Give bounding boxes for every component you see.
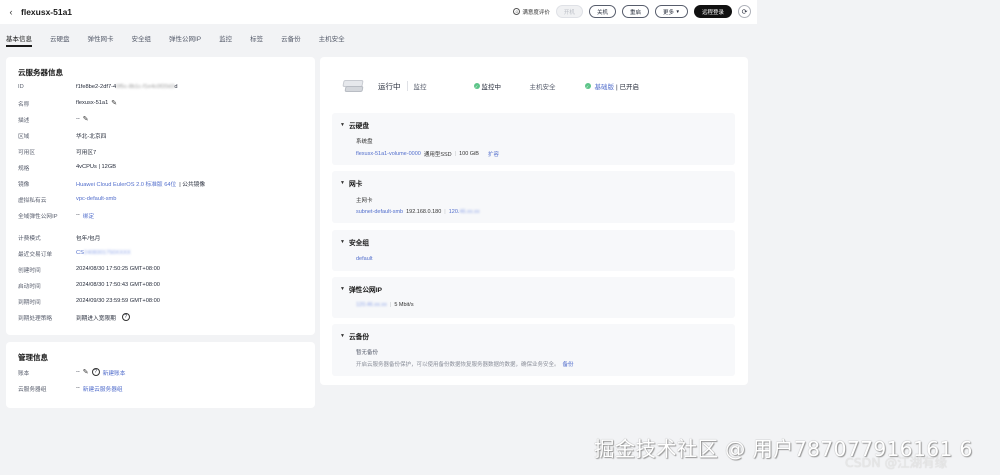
tab-tags[interactable]: 标签 <box>250 24 273 51</box>
watermark-csdn: CSDN @江湖有缘 <box>845 455 948 470</box>
tab-bar: 基本信息 云硬盘 弹性网卡 安全组 弹性公网IP 监控 标签 云备份 主机安全 <box>0 24 757 51</box>
card-security-group: ▼ 安全组 default <box>332 230 735 271</box>
row-server-group: 云服务器组 -- 新建云服务器组 <box>18 384 123 393</box>
expand-link[interactable]: 扩容 <box>488 150 499 158</box>
row-ledger: 账本 -- ✎? 新建账本 <box>18 368 126 377</box>
page-title: flexusx-51a1 <box>21 7 73 17</box>
caret-down-icon[interactable]: ▼ <box>340 122 345 128</box>
row-image: 镜像 Huawei Cloud EulerOS 2.0 标准版 64位 | 公共镜… <box>18 175 205 191</box>
help-icon[interactable]: ? <box>121 313 130 321</box>
tab-security-group[interactable]: 安全组 <box>132 24 162 51</box>
card-disk: ▼ 云硬盘 系统盘 flexusx-51a1-volume-0000 通用型SSD… <box>332 113 735 165</box>
shutdown-button[interactable]: 关机 <box>588 5 616 18</box>
tab-eip[interactable]: 弹性公网IP <box>169 24 211 51</box>
more-button[interactable]: 更多 ▼ <box>654 5 688 18</box>
restart-button[interactable]: 重启 <box>621 5 649 18</box>
help-icon[interactable]: ? <box>91 368 100 376</box>
caret-down-icon[interactable]: ▼ <box>340 239 345 245</box>
row-region: 区域 华北-北京四 <box>18 133 107 140</box>
vpc-link[interactable]: vpc-default-smb <box>76 196 116 202</box>
row-created: 创建时间 2024/08/30 17:50:25 GMT+08:00 <box>18 266 160 274</box>
row-id: ID f1fe8be2-2df7-4 0f5c-8b1c-f1e4c0f20d3 d <box>18 84 178 90</box>
new-server-group-link[interactable]: 新建云服务器组 <box>83 384 123 393</box>
row-az: 可用区 可用区7 <box>18 149 97 156</box>
hss-edition-link[interactable]: 基础版 <box>595 81 615 91</box>
survey-link[interactable]: ☺ 满意度评价 <box>513 8 550 16</box>
header-actions: ☺ 满意度评价 开机 关机 重启 更多 ▼ 远程登录 ⟳ <box>513 5 751 18</box>
edit-icon[interactable]: ✎ <box>83 368 89 376</box>
section-title-server-info: 云服务器信息 <box>18 68 63 77</box>
card-nic: ▼ 网卡 主网卡 subnet-default-smb 192.168.0.180… <box>332 171 735 223</box>
row-order: 最近交易订单 CS 2408301750XXXX <box>18 250 131 258</box>
status-row: 运行中 监控 ✓ 监控中 主机安全 ✓ 基础版 | 已开启 <box>342 77 639 95</box>
smile-icon: ☺ <box>513 8 521 15</box>
card-eip: ▼ 弹性公网IP 120.46.xx.xx | 5 Mbit/s <box>332 277 735 318</box>
tab-nic[interactable]: 弹性网卡 <box>88 24 124 51</box>
tab-host-security[interactable]: 主机安全 <box>319 24 355 51</box>
bind-link[interactable]: 绑定 <box>83 211 94 220</box>
run-state: 运行中 <box>378 81 401 91</box>
server-icon <box>342 77 364 95</box>
remote-login-button[interactable]: 远程登录 <box>693 5 732 18</box>
tab-backup[interactable]: 云备份 <box>281 24 311 51</box>
row-global-eip: 全域弹性公网IP -- 绑定 <box>18 211 95 220</box>
tab-basic-info[interactable]: 基本信息 <box>6 24 42 51</box>
refresh-icon[interactable]: ⟳ <box>738 5 751 18</box>
arrow-left-icon[interactable]: ‹ <box>4 5 18 19</box>
caret-down-icon[interactable]: ▼ <box>340 333 345 339</box>
caret-down-icon[interactable]: ▼ <box>340 286 345 292</box>
row-billing-mode: 计费模式 包年/包月 <box>18 235 101 242</box>
caret-down-icon[interactable]: ▼ <box>340 180 345 186</box>
management-panel: 管理信息 账本 -- ✎? 新建账本 云服务器组 -- 新建云服务器组 <box>6 342 315 408</box>
check-icon: ✓ <box>473 83 480 89</box>
row-expire-policy: 到期处理策略 到期进入宽限期? <box>18 309 160 325</box>
chevron-down-icon: ▼ <box>675 9 680 14</box>
check-icon: ✓ <box>584 83 591 89</box>
resources-panel: 运行中 监控 ✓ 监控中 主机安全 ✓ 基础版 | 已开启 ▼ 云硬盘 系统盘 f… <box>320 57 748 385</box>
server-info-panel: 云服务器信息 ID f1fe8be2-2df7-4 0f5c-8b1c-f1e4c… <box>6 57 315 335</box>
subnet-link[interactable]: subnet-default-smb <box>356 209 403 215</box>
billing-list: 计费模式 包年/包月 最近交易订单 CS 2408301750XXXX 创建时间 … <box>18 229 160 325</box>
disk-link[interactable]: flexusx-51a1-volume-0000 <box>356 151 421 157</box>
security-group-link[interactable]: default <box>356 256 373 262</box>
new-ledger-link[interactable]: 新建账本 <box>103 368 126 377</box>
header-bar: ‹ flexusx-51a1 ☺ 满意度评价 开机 关机 重启 更多 ▼ 远程登… <box>0 0 757 24</box>
row-expire: 到期时间 2024/09/30 23:59:59 GMT+08:00 <box>18 298 160 306</box>
info-list: ID f1fe8be2-2df7-4 0f5c-8b1c-f1e4c0f20d3 d… <box>18 79 205 223</box>
row-name: 名称 flexusx-51a1 ✎ <box>18 99 118 108</box>
eip-link[interactable]: 120. <box>449 209 460 215</box>
tab-monitor[interactable]: 监控 <box>219 24 242 51</box>
start-button[interactable]: 开机 <box>555 5 583 18</box>
mgmt-list: 账本 -- ✎? 新建账本 云服务器组 -- 新建云服务器组 <box>18 364 125 396</box>
eip-address[interactable]: 120.46.xx.xx <box>356 302 387 308</box>
row-flavor: 规格 4vCPUs | 12GB <box>18 164 117 172</box>
tab-disk[interactable]: 云硬盘 <box>50 24 80 51</box>
section-title-management: 管理信息 <box>18 353 48 362</box>
backup-link[interactable]: 备份 <box>563 360 574 368</box>
card-backup: ▼ 云备份 暂无备份 开启云服务器备份保护，可以使用备份数据恢复服务器数据的数据，… <box>332 324 735 376</box>
row-desc: 描述 -- ✎ <box>18 115 89 124</box>
row-vpc: 虚拟私有云 vpc-default-smb <box>18 196 117 204</box>
edit-icon[interactable]: ✎ <box>111 99 117 107</box>
image-link[interactable]: Huawei Cloud EulerOS 2.0 标准版 64位 <box>76 179 176 188</box>
row-started: 启动时间 2024/08/30 17:50:43 GMT+08:00 <box>18 282 160 290</box>
order-link[interactable]: CS <box>76 250 84 256</box>
edit-icon[interactable]: ✎ <box>83 115 89 123</box>
